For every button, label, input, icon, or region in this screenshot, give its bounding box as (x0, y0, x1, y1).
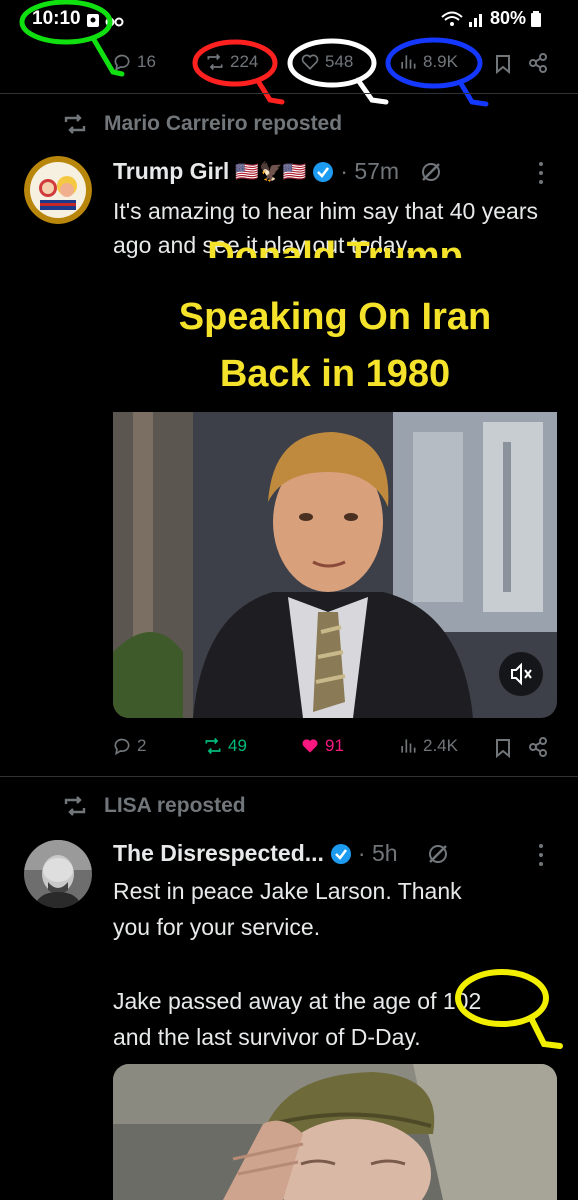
bookmark-icon (496, 55, 510, 74)
post2-repost-indicator[interactable]: LISA reposted (62, 794, 246, 818)
views-icon (401, 55, 416, 69)
post2-text-line2: you for your service. (113, 914, 321, 940)
post1-media[interactable]: Donald Trump Speaking On Iran Back in 19… (113, 236, 557, 718)
annotation-red-circle (192, 39, 285, 105)
grok-icon[interactable] (426, 842, 450, 866)
views-icon (401, 739, 416, 753)
status-time: 10:10 (32, 8, 81, 29)
top-like-count: 548 (325, 52, 354, 71)
post2-avatar[interactable] (24, 840, 92, 908)
post2-author-name[interactable]: The Disrespected... (113, 840, 324, 867)
post1-views-count: 2.4K (423, 736, 458, 755)
repost-icon (64, 114, 86, 134)
signal-icon (468, 10, 486, 28)
post2-time[interactable]: · 5h (358, 840, 398, 867)
post1-more-button[interactable] (533, 160, 549, 186)
post1-caption-line2: Back in 1980 (219, 353, 451, 395)
post2-header: The Disrespected... · 5h (113, 840, 450, 867)
status-notification-icons (86, 12, 126, 30)
status-right: 80% (440, 8, 542, 29)
share-icon (529, 53, 547, 73)
mute-icon (511, 662, 532, 686)
post1-caption-line1: Speaking On Iran (178, 296, 492, 338)
post1-bookmark-button[interactable] (494, 738, 512, 758)
top-reply-action[interactable]: 16 (112, 52, 156, 72)
post1-author-flags: 🇺🇸🦅🇺🇸 (235, 161, 307, 183)
mute-button[interactable] (499, 652, 543, 696)
wifi-icon (440, 10, 464, 28)
top-repost-count: 224 (230, 52, 259, 71)
post2-text-line3: Jake passed away at the age of 102 (113, 988, 482, 1014)
verified-badge-icon (330, 843, 352, 865)
post1-caption-cut: Donald Trump (207, 236, 463, 258)
more-vertical-icon (539, 844, 543, 866)
post1-reply-count: 2 (137, 736, 147, 755)
post1-header: Trump Girl 🇺🇸🦅🇺🇸 · 57m (113, 158, 443, 185)
repost-icon (205, 737, 221, 755)
battery-icon (530, 10, 542, 28)
post1-video-frame[interactable] (113, 412, 557, 718)
reply-icon (114, 54, 130, 72)
post2-repost-label: LISA reposted (104, 794, 246, 817)
post1-like-action[interactable]: 91 (300, 736, 344, 756)
top-share-button[interactable] (528, 53, 548, 73)
top-views-action[interactable]: 8.9K (398, 52, 458, 72)
post1-repost-indicator[interactable]: Mario Carreiro reposted (62, 112, 342, 136)
post1-repost-count: 49 (228, 736, 247, 755)
top-views-count: 8.9K (423, 52, 458, 71)
top-reply-count: 16 (137, 52, 156, 71)
repost-icon (64, 796, 86, 816)
annotation-blue-circle (385, 37, 489, 107)
grok-icon[interactable] (419, 160, 443, 184)
post1-repost-label: Mario Carreiro reposted (104, 112, 343, 135)
divider (0, 776, 578, 777)
post1-like-count: 91 (325, 736, 344, 755)
post1-reply-action[interactable]: 2 (112, 736, 146, 756)
post1-author-name[interactable]: Trump Girl (113, 158, 229, 185)
annotation-white-circle (287, 38, 389, 105)
post1-share-button[interactable] (528, 737, 548, 757)
repost-icon (207, 53, 223, 71)
share-icon (529, 737, 547, 757)
divider (0, 93, 578, 94)
more-vertical-icon (539, 162, 543, 184)
heart-icon (301, 54, 319, 70)
post1-views-action[interactable]: 2.4K (398, 736, 458, 756)
post2-text-line4: and the last survivor of D-Day. (113, 1024, 421, 1050)
reply-icon (114, 738, 130, 756)
post1-avatar[interactable] (24, 156, 92, 224)
top-repost-action[interactable]: 224 (205, 52, 258, 72)
verified-badge-icon (312, 161, 334, 183)
battery-percent: 80% (489, 8, 526, 28)
bookmark-icon (496, 739, 510, 758)
top-like-action[interactable]: 548 (300, 52, 353, 72)
post2-media[interactable] (113, 1064, 557, 1200)
top-bookmark-button[interactable] (494, 54, 512, 74)
post2-more-button[interactable] (533, 842, 549, 868)
heart-filled-icon (302, 739, 318, 753)
post1-time[interactable]: · 57m (340, 158, 399, 185)
post1-repost-action[interactable]: 49 (203, 736, 247, 756)
post2-text-line1: Rest in peace Jake Larson. Thank (113, 878, 462, 904)
